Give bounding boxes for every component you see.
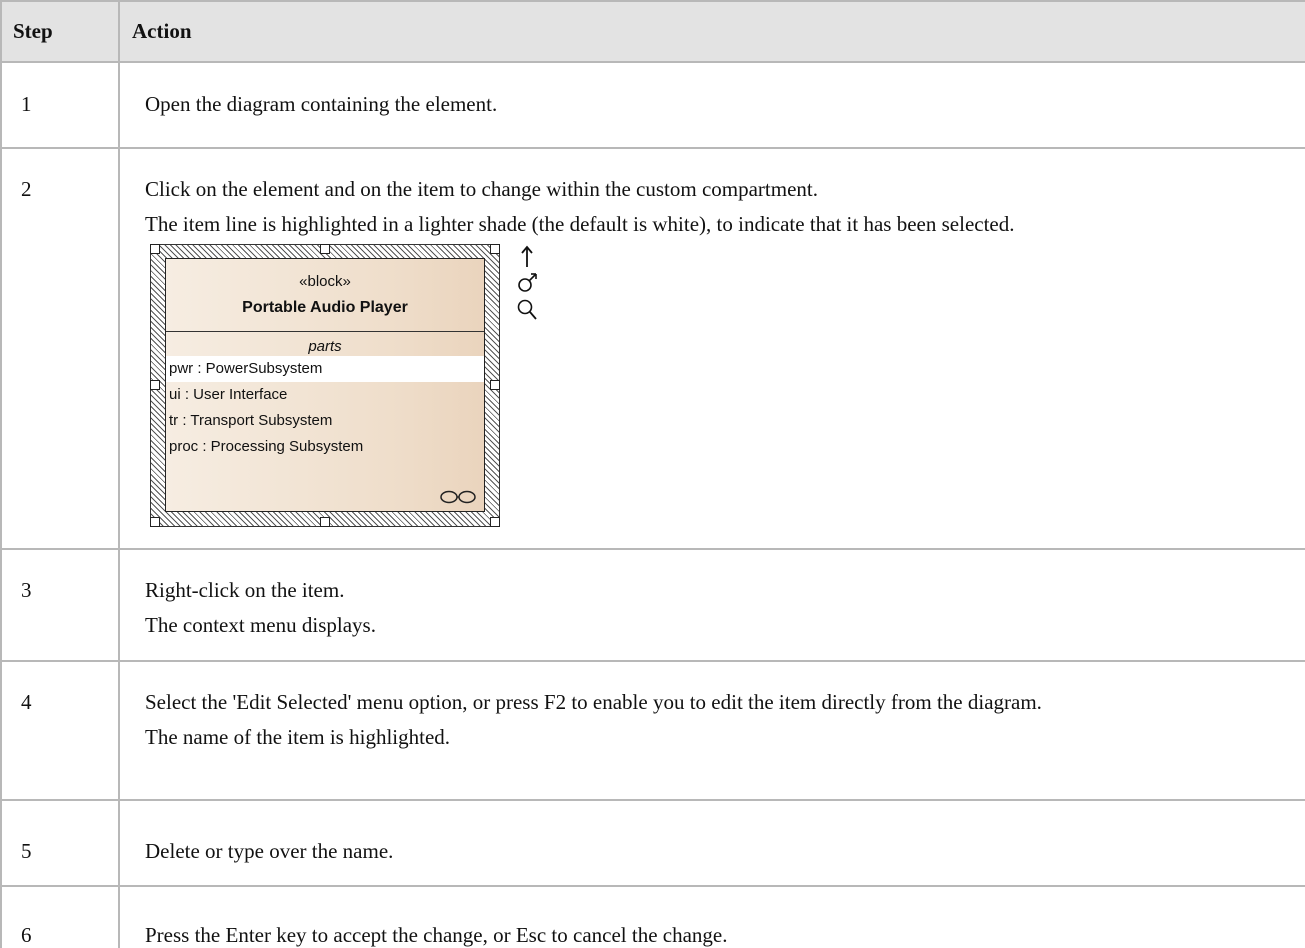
- action-text: The item line is highlighted in a lighte…: [145, 212, 1015, 236]
- block-diagram-image: «block» Portable Audio Player parts pwr …: [150, 244, 550, 534]
- resize-handle[interactable]: [320, 517, 330, 527]
- resize-handle[interactable]: [490, 380, 500, 390]
- quick-action-icons: [516, 244, 542, 326]
- part-item-selected[interactable]: pwr : PowerSubsystem: [166, 356, 484, 382]
- block-element: «block» Portable Audio Player parts pwr …: [165, 258, 485, 512]
- step-number: 1: [0, 61, 120, 149]
- step-action: Delete or type over the name.: [118, 799, 1305, 887]
- part-item[interactable]: tr : Transport Subsystem: [166, 408, 484, 434]
- resize-handle[interactable]: [490, 244, 500, 254]
- step-number: 3: [0, 548, 120, 662]
- block-stereotype: «block»: [299, 273, 351, 290]
- table-row: 5 Delete or type over the name.: [0, 799, 1305, 887]
- action-text: Right-click on the item.: [145, 578, 345, 602]
- part-item[interactable]: ui : User Interface: [166, 382, 484, 408]
- action-text: Select the 'Edit Selected' menu option, …: [145, 690, 1042, 714]
- action-text: The name of the item is highlighted.: [145, 725, 451, 749]
- resize-handle[interactable]: [150, 517, 160, 527]
- table-row: 4 Select the 'Edit Selected' menu option…: [0, 660, 1305, 801]
- step-action: Select the 'Edit Selected' menu option, …: [118, 660, 1305, 801]
- header-action: Action: [118, 0, 1305, 63]
- header-step: Step: [0, 0, 120, 63]
- up-arrow-icon[interactable]: [516, 244, 538, 268]
- step-action: Right-click on the item. The context men…: [118, 548, 1305, 662]
- steps-table: Step Action 1 Open the diagram containin…: [0, 0, 1305, 948]
- step-action: Open the diagram containing the element.: [118, 61, 1305, 149]
- resize-handle[interactable]: [150, 380, 160, 390]
- table-row: 3 Right-click on the item. The context m…: [0, 548, 1305, 662]
- step-action: Click on the element and on the item to …: [118, 147, 1305, 550]
- action-text: Delete or type over the name.: [145, 839, 394, 863]
- resize-handle[interactable]: [150, 244, 160, 254]
- step-number: 5: [0, 799, 120, 887]
- table-row: 2 Click on the element and on the item t…: [0, 147, 1305, 550]
- header-row: Step Action: [0, 0, 1305, 63]
- parts-compartment-title: parts: [308, 338, 342, 355]
- table-row: 1 Open the diagram containing the elemen…: [0, 61, 1305, 149]
- block-name: Portable Audio Player: [242, 299, 408, 316]
- resize-handle[interactable]: [320, 244, 330, 254]
- step-number: 2: [0, 147, 120, 550]
- structure-glasses-icon: [440, 490, 476, 504]
- part-item[interactable]: proc : Processing Subsystem: [166, 434, 484, 460]
- block-header: «block» Portable Audio Player: [166, 259, 484, 332]
- quick-link-icon[interactable]: [516, 272, 538, 294]
- action-text: Click on the element and on the item to …: [145, 177, 818, 201]
- resize-handle[interactable]: [490, 517, 500, 527]
- step-number: 4: [0, 660, 120, 801]
- action-text: The context menu displays.: [145, 613, 376, 637]
- zoom-icon[interactable]: [516, 298, 538, 322]
- action-text: Open the diagram containing the element.: [145, 92, 498, 116]
